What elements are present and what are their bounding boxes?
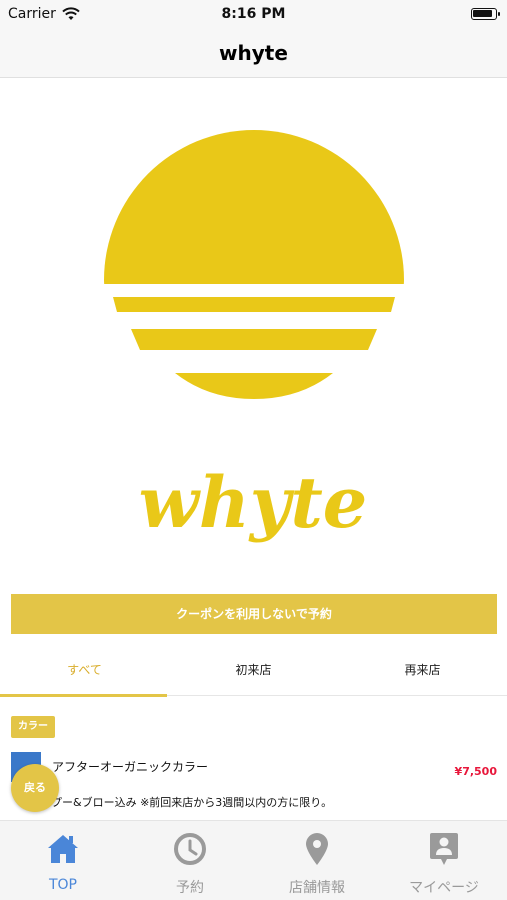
tab-bar-item-top[interactable]: TOP xyxy=(0,821,126,900)
logo-wordmark: whyte xyxy=(139,461,368,544)
home-icon xyxy=(46,831,80,867)
tab-bar-label: マイページ xyxy=(409,880,479,896)
tab-bar-item-mypage[interactable]: マイページ xyxy=(381,821,507,900)
reserve-without-coupon-button[interactable]: クーポンを利用しないで予約 xyxy=(11,594,497,634)
coupon-name: アフターオーガニックカラー xyxy=(52,760,209,774)
page-title: whyte xyxy=(219,41,288,65)
tab-all[interactable]: すべて xyxy=(0,648,169,697)
category-badge: カラー xyxy=(11,716,55,738)
profile-icon xyxy=(427,831,461,867)
map-pin-icon xyxy=(300,831,334,867)
navigation-bar: whyte xyxy=(0,30,507,78)
brand-logo-area: whyte xyxy=(0,80,507,580)
clock-icon xyxy=(173,831,207,867)
tab-bar-label: TOP xyxy=(48,877,77,893)
tab-bar-item-shop-info[interactable]: 店舗情報 xyxy=(254,821,380,900)
tab-bar-label: 店舗情報 xyxy=(289,880,345,896)
coupon-price: ¥7,500 xyxy=(454,765,497,778)
tab-first-visit[interactable]: 初来店 xyxy=(169,648,338,696)
battery-icon xyxy=(471,8,500,20)
back-button[interactable]: 戻る xyxy=(11,764,59,812)
bottom-tab-bar: TOP 予約 店舗情報 マイページ xyxy=(0,820,507,900)
coupon-description: プー&ブロー込み ※前回来店から3週間以内の方に限り。 xyxy=(51,796,333,809)
tab-bar-item-reserve[interactable]: 予約 xyxy=(127,821,253,900)
clock-time: 8:16 PM xyxy=(221,6,286,22)
tab-repeat-visit[interactable]: 再来店 xyxy=(338,648,507,696)
tab-bar-label: 予約 xyxy=(176,880,204,896)
coupon-filter-tabs: すべて 初来店 再来店 xyxy=(0,648,507,697)
status-bar: Carrier 8:16 PM xyxy=(0,0,507,30)
sun-logo-icon: whyte xyxy=(104,130,404,544)
